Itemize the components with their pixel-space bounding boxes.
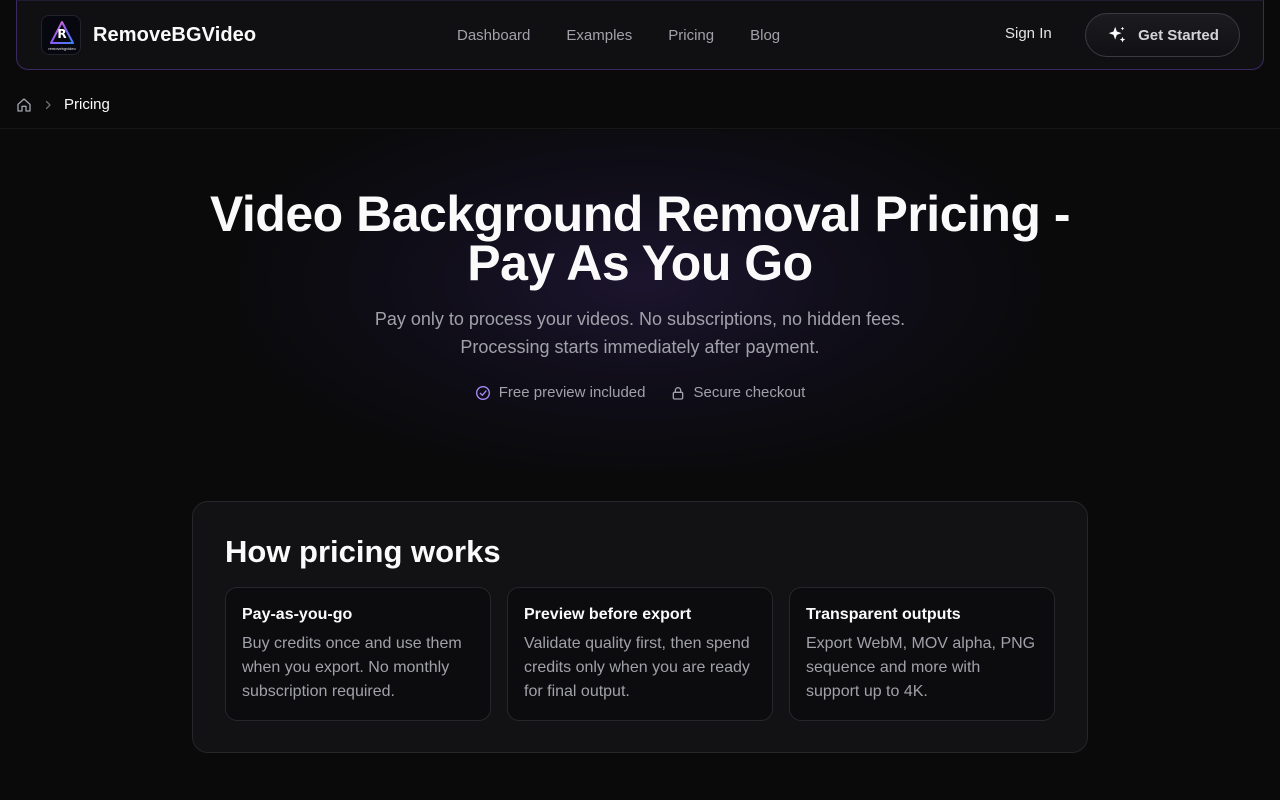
feature-card-preview: Preview before export Validate quality f… — [507, 587, 773, 721]
nav-examples[interactable]: Examples — [566, 27, 632, 44]
lock-icon — [672, 386, 683, 400]
svg-text:R: R — [57, 27, 66, 41]
breadcrumb: Pricing — [16, 96, 110, 113]
home-icon[interactable] — [16, 97, 32, 113]
sign-in-link[interactable]: Sign In — [1005, 25, 1052, 42]
hero-glow — [240, 130, 1040, 470]
page-subtitle-line1: Pay only to process your videos. No subs… — [374, 309, 906, 329]
feature-text: Export WebM, MOV alpha, PNG sequence and… — [806, 635, 1036, 700]
sparkles-icon — [1108, 26, 1126, 43]
badge-free-preview-label: Free preview included — [498, 384, 646, 401]
main-nav: Dashboard Examples Pricing Blog — [457, 1, 780, 69]
site-header: R removebgvideo RemoveBGVideo Dashboard … — [16, 0, 1264, 70]
page-title-line1: Video Background Removal Pricing - — [209, 186, 1071, 242]
feature-card-pay-as-you-go: Pay-as-you-go Buy credits once and use t… — [225, 587, 491, 721]
nav-dashboard[interactable]: Dashboard — [457, 27, 530, 44]
check-circle-icon — [475, 385, 490, 400]
pricing-info-card: How pricing works Pay-as-you-go Buy cred… — [192, 501, 1088, 753]
breadcrumb-bar: Pricing — [0, 84, 1280, 129]
page-subtitle: Pay only to process your videos. No subs… — [290, 305, 990, 361]
feature-text: Validate quality first, then spend credi… — [524, 635, 750, 700]
brand-logo: R removebgvideo — [41, 15, 81, 55]
hero-badges: Free preview included Secure checkout — [0, 384, 1280, 401]
pricing-info-title: How pricing works — [225, 534, 501, 569]
page-title: Video Background Removal Pricing - Pay A… — [160, 189, 1120, 291]
badge-secure-checkout-label: Secure checkout — [693, 384, 806, 401]
feature-text: Buy credits once and use them when you e… — [242, 635, 462, 700]
feature-title: Preview before export — [524, 606, 692, 623]
page-subtitle-line2: Processing starts immediately after paym… — [460, 337, 820, 357]
feature-title: Pay-as-you-go — [242, 606, 353, 623]
breadcrumb-current: Pricing — [64, 96, 110, 113]
feature-card-outputs: Transparent outputs Export WebM, MOV alp… — [789, 587, 1055, 721]
page-title-line2: Pay As You Go — [467, 235, 813, 291]
badge-secure-checkout: Secure checkout — [670, 384, 806, 401]
brand-name: RemoveBGVideo — [93, 23, 257, 46]
logo-text: removebgvideo — [48, 46, 76, 51]
nav-blog[interactable]: Blog — [750, 27, 780, 44]
nav-pricing[interactable]: Pricing — [668, 27, 714, 44]
feature-title: Transparent outputs — [806, 606, 961, 623]
get-started-label: Get Started — [1138, 26, 1219, 44]
brand-link[interactable]: R removebgvideo RemoveBGVideo — [41, 15, 256, 55]
chevron-right-icon — [45, 100, 51, 109]
get-started-button[interactable]: Get Started — [1085, 13, 1240, 57]
badge-free-preview: Free preview included — [475, 384, 646, 401]
page: R removebgvideo RemoveBGVideo Dashboard … — [0, 0, 1280, 800]
